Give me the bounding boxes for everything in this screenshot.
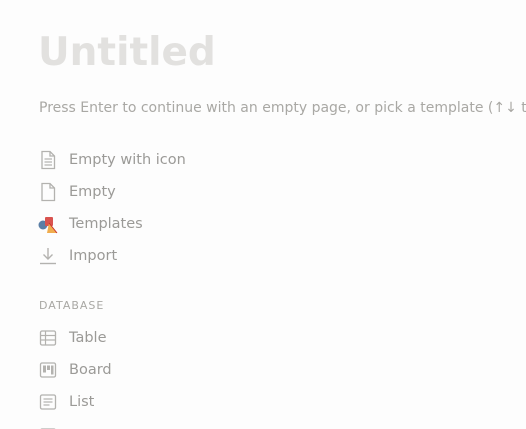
page-with-text-icon bbox=[37, 149, 59, 171]
database-section-title: DATABASE bbox=[39, 299, 105, 312]
table-label: Table bbox=[69, 330, 107, 346]
templates-icon bbox=[37, 213, 59, 235]
board-icon bbox=[37, 359, 59, 381]
import-option[interactable]: Import bbox=[37, 242, 497, 270]
page-icon bbox=[37, 181, 59, 203]
new-page-editor: Untitled Press Enter to continue with an… bbox=[0, 0, 526, 429]
empty-label: Empty bbox=[69, 184, 116, 200]
list-option[interactable]: List bbox=[37, 388, 497, 416]
empty-with-icon-option[interactable]: Empty with icon bbox=[37, 146, 497, 174]
templates-label: Templates bbox=[69, 216, 143, 232]
board-label: Board bbox=[69, 362, 112, 378]
board-option[interactable]: Board bbox=[37, 356, 497, 384]
templates-option[interactable]: Templates bbox=[37, 210, 497, 238]
template-hint: Press Enter to continue with an empty pa… bbox=[39, 100, 526, 116]
empty-option[interactable]: Empty bbox=[37, 178, 497, 206]
next-database-option[interactable] bbox=[37, 420, 497, 429]
list-label: List bbox=[69, 394, 95, 410]
table-icon bbox=[37, 327, 59, 349]
calendar-icon bbox=[37, 425, 59, 429]
list-icon bbox=[37, 391, 59, 413]
page-title[interactable]: Untitled bbox=[38, 29, 216, 77]
import-icon bbox=[37, 245, 59, 267]
empty-with-icon-label: Empty with icon bbox=[69, 152, 186, 168]
table-option[interactable]: Table bbox=[37, 324, 497, 352]
import-label: Import bbox=[69, 248, 118, 264]
